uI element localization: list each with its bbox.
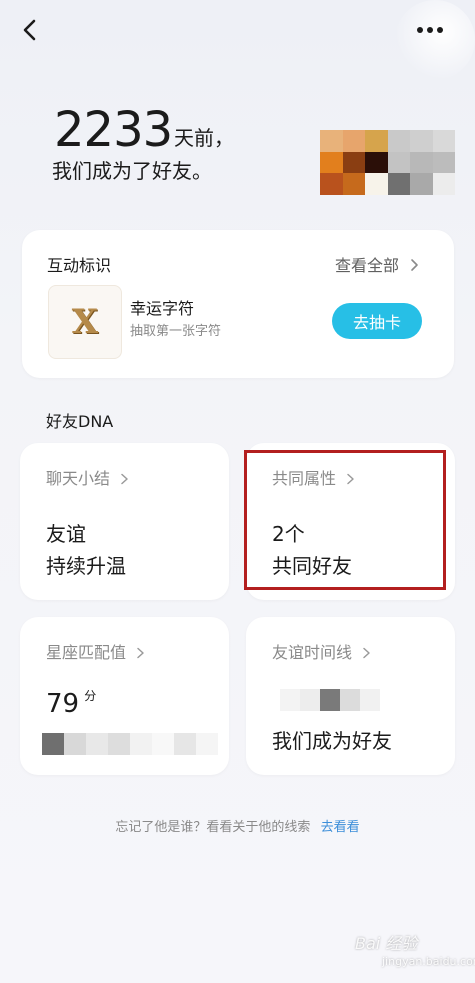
baidu-watermark: Bai 经验 bbox=[355, 934, 418, 953]
zodiac-blurred-image bbox=[42, 733, 218, 755]
chat-summary-title-row: 聊天小结 bbox=[46, 465, 131, 489]
zodiac-score: 79 bbox=[46, 689, 80, 719]
chat-summary-card[interactable]: 聊天小结 友谊 持续升温 bbox=[20, 443, 229, 600]
draw-card-button[interactable]: 去抽卡 bbox=[332, 303, 422, 339]
avatar[interactable] bbox=[320, 130, 455, 195]
chat-summary-title: 聊天小结 bbox=[46, 469, 111, 488]
timeline-title-row: 友谊时间线 bbox=[272, 639, 373, 663]
timeline-blurred-image bbox=[280, 689, 380, 711]
back-chevron-icon bbox=[23, 19, 36, 41]
zodiac-match-card[interactable]: 星座匹配值 79 分 bbox=[20, 617, 229, 775]
zodiac-title: 星座匹配值 bbox=[46, 643, 127, 662]
badge-name: 幸运字符 bbox=[130, 299, 195, 318]
friend-days-unit: 天前， bbox=[174, 126, 234, 150]
view-all-link[interactable]: 查看全部 bbox=[335, 252, 422, 276]
chevron-right-icon bbox=[121, 473, 128, 485]
go-see-link[interactable]: 去看看 bbox=[321, 820, 360, 835]
view-all-label: 查看全部 bbox=[335, 256, 400, 275]
timeline-text: 我们成为好友 bbox=[272, 729, 392, 753]
chevron-right-icon bbox=[137, 647, 144, 659]
lucky-char-badge[interactable]: X bbox=[48, 285, 122, 359]
back-button[interactable] bbox=[14, 14, 46, 46]
chat-summary-line2: 持续升温 bbox=[46, 554, 126, 578]
highlight-annotation bbox=[244, 450, 446, 590]
friend-days-count: 2233 bbox=[54, 102, 173, 158]
footer-hint: 忘记了他是谁？看看关于他的线索 去看看 bbox=[0, 816, 475, 835]
chevron-right-icon bbox=[363, 647, 370, 659]
footer-hint-text: 忘记了他是谁？看看关于他的线索 bbox=[115, 820, 311, 835]
friend-dna-title: 好友DNA bbox=[46, 412, 114, 431]
chevron-right-icon bbox=[411, 259, 418, 271]
more-button[interactable] bbox=[410, 14, 450, 46]
more-dots-icon bbox=[417, 27, 443, 33]
zodiac-score-unit: 分 bbox=[84, 689, 97, 703]
badge-letter: X bbox=[71, 302, 99, 342]
badge-description: 抽取第一张字符 bbox=[130, 324, 222, 339]
became-friends-text: 我们成为了好友。 bbox=[52, 159, 212, 183]
interaction-badge-title: 互动标识 bbox=[47, 256, 112, 275]
timeline-title: 友谊时间线 bbox=[272, 643, 353, 662]
friendship-timeline-card[interactable]: 友谊时间线 我们成为好友 bbox=[246, 617, 455, 775]
baidu-watermark-url: jingyan.baidu.com bbox=[382, 955, 475, 968]
zodiac-title-row: 星座匹配值 bbox=[46, 639, 147, 663]
chat-summary-line1: 友谊 bbox=[46, 522, 86, 546]
zodiac-score-row: 79 分 bbox=[46, 687, 96, 719]
